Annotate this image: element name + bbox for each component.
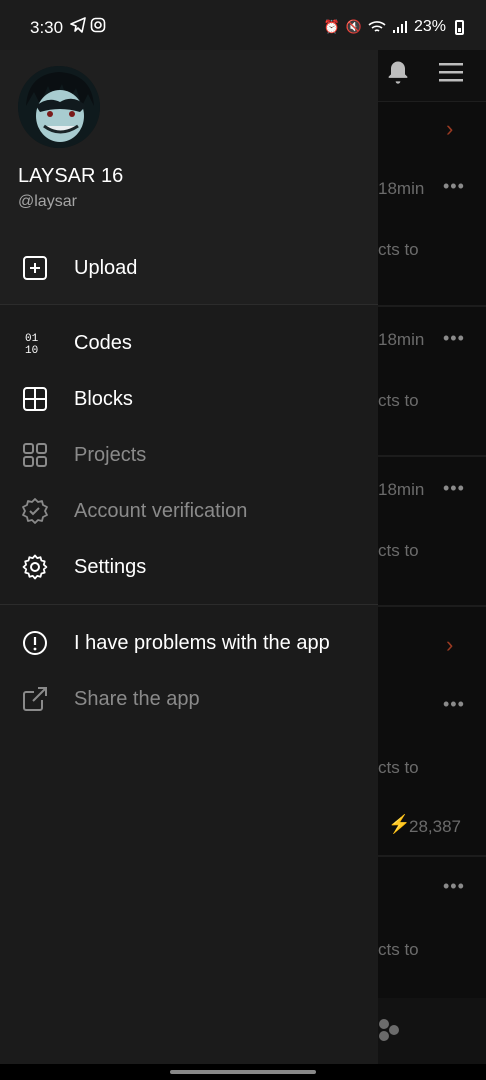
bolt-count: 28,387	[409, 817, 461, 836]
binary-icon: 0110	[25, 333, 39, 356]
bolt-icon: ⚡	[388, 814, 411, 834]
bell-icon[interactable]	[384, 58, 412, 86]
telegram-icon	[70, 17, 86, 33]
divider	[378, 455, 486, 457]
divider	[378, 605, 486, 607]
nav-item-label: Blocks	[74, 387, 133, 410]
post-snippet: cts to	[378, 240, 419, 259]
nav-item-codes[interactable]: 01 10 Codes	[0, 315, 378, 371]
navigation-drawer: LAYSAR 16 @laysar Upload 01 10 Codes Bloc…	[0, 0, 378, 1064]
post-time: 18min	[378, 179, 425, 198]
nav-item-projects[interactable]: Projects	[0, 427, 378, 483]
nav-item-report-problem[interactable]: I have problems with the app	[0, 615, 378, 671]
alert-circle-icon	[23, 631, 47, 655]
system-navigation-bar	[0, 1064, 486, 1080]
home-gesture-handle[interactable]	[170, 1070, 316, 1074]
wifi-icon	[368, 21, 386, 32]
post-snippet: cts to	[378, 758, 419, 777]
avatar[interactable]	[18, 66, 100, 148]
apps-icon	[23, 443, 47, 467]
nav-item-account-verification[interactable]: Account verification	[0, 483, 378, 539]
grid-icon	[23, 387, 47, 411]
instagram-icon	[90, 17, 106, 33]
share-icon	[23, 687, 47, 711]
mute-icon: 🔇	[345, 19, 362, 34]
post-snippet: cts to	[378, 541, 419, 560]
nav-item-label: Projects	[74, 443, 147, 466]
post-time: 18min	[378, 480, 425, 499]
post-time: 18min	[378, 330, 425, 349]
nav-item-label: Codes	[74, 331, 132, 354]
puzzle-icon[interactable]	[376, 1016, 400, 1044]
nav-item-share-app[interactable]: Share the app	[0, 671, 378, 727]
bottom-nav	[378, 998, 486, 1064]
status-bar: 3:30 ⏰ 🔇 23%	[0, 0, 486, 50]
upload-button[interactable]: Upload	[0, 230, 378, 305]
more-options-icon[interactable]: •••	[443, 176, 465, 197]
notification-icons	[70, 17, 106, 33]
avatar-image	[18, 66, 100, 148]
divider	[378, 305, 486, 307]
nav-item-blocks[interactable]: Blocks	[0, 371, 378, 427]
menu-icon[interactable]	[437, 60, 465, 84]
signal-icon	[392, 21, 407, 33]
chevron-right-icon[interactable]: ›	[446, 632, 453, 658]
battery-percent: 23%	[413, 18, 446, 35]
nav-item-settings[interactable]: Settings	[0, 539, 378, 595]
system-icons: ⏰ 🔇 23%	[324, 18, 454, 36]
battery-icon	[455, 20, 464, 35]
post-snippet: cts to	[378, 391, 419, 410]
divider	[0, 604, 378, 605]
more-options-icon[interactable]: •••	[443, 876, 465, 897]
user-handle: @laysar	[18, 193, 77, 210]
user-name: LAYSAR 16	[18, 165, 124, 187]
more-options-icon[interactable]: •••	[443, 328, 465, 349]
nav-item-label: Share the app	[74, 687, 200, 710]
verified-badge-icon	[22, 498, 48, 524]
nav-item-label: I have problems with the app	[74, 631, 330, 654]
plus-square-icon	[23, 256, 47, 280]
chevron-right-icon[interactable]: ›	[446, 116, 453, 142]
more-options-icon[interactable]: •••	[443, 694, 465, 715]
nav-item-label: Settings	[74, 555, 147, 578]
gear-icon	[22, 554, 48, 580]
clock: 3:30	[30, 18, 64, 37]
post-snippet: cts to	[378, 940, 419, 959]
svg-text:01: 01	[25, 333, 39, 345]
svg-text:10: 10	[25, 345, 38, 356]
profile-header[interactable]: LAYSAR 16 @laysar	[0, 50, 378, 230]
more-options-icon[interactable]: •••	[443, 478, 465, 499]
alarm-icon: ⏰	[323, 19, 340, 34]
upload-label: Upload	[74, 256, 138, 279]
nav-item-label: Account verification	[74, 499, 248, 522]
divider	[378, 855, 486, 857]
